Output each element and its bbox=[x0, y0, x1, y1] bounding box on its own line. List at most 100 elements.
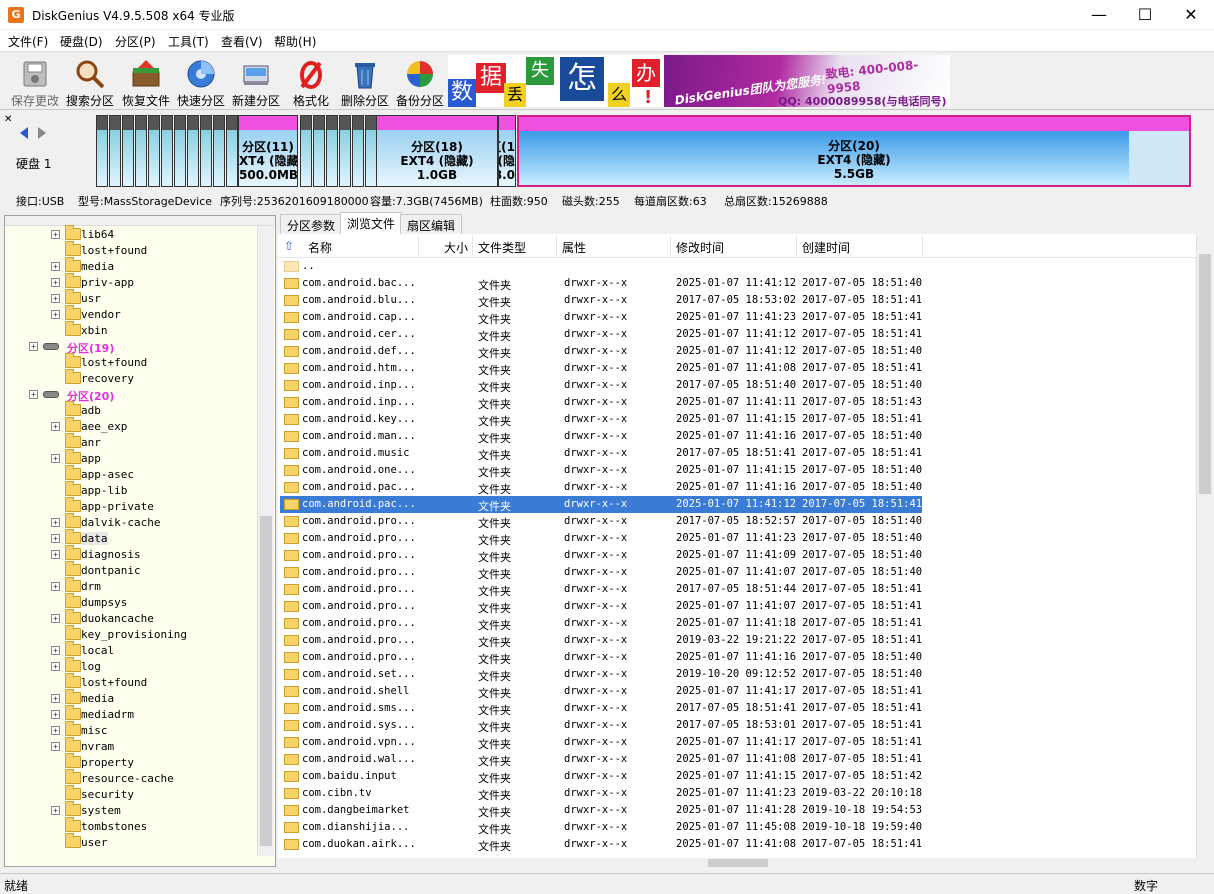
tab-browse-files[interactable]: 浏览文件 bbox=[340, 212, 403, 234]
tree-top-scroll[interactable] bbox=[5, 216, 275, 226]
small-partition-block[interactable] bbox=[339, 115, 351, 187]
expand-icon[interactable]: + bbox=[51, 742, 60, 751]
tab-partition-params[interactable]: 分区参数 bbox=[280, 214, 343, 234]
tree-item[interactable]: + system bbox=[5, 801, 257, 818]
tree-item[interactable]: + nvram bbox=[5, 737, 257, 754]
parent-dir-row[interactable]: .. bbox=[280, 258, 922, 275]
expand-icon[interactable]: + bbox=[51, 534, 60, 543]
column-size[interactable]: 大小 bbox=[444, 239, 468, 256]
tree-item[interactable]: dumpsys bbox=[5, 593, 257, 610]
small-partition-block[interactable] bbox=[352, 115, 364, 187]
small-partition-block[interactable] bbox=[122, 115, 134, 187]
menu-file[interactable]: 文件(F) bbox=[8, 33, 48, 50]
tree-scroll-thumb[interactable] bbox=[260, 516, 272, 846]
tree-item[interactable]: + app bbox=[5, 449, 257, 466]
save-changes-button[interactable]: 保存更改 bbox=[6, 55, 64, 109]
tree-item[interactable]: adb bbox=[5, 401, 257, 418]
expand-icon[interactable]: + bbox=[51, 310, 60, 319]
file-row[interactable]: com.android.pro... 文件夹 drwxr-x--x 2017-07-0… bbox=[280, 513, 922, 530]
menu-view[interactable]: 查看(V) bbox=[221, 33, 263, 50]
close-button[interactable]: ✕ bbox=[1168, 0, 1214, 30]
small-partition-block[interactable] bbox=[148, 115, 160, 187]
tree-item[interactable]: resource-cache bbox=[5, 769, 257, 786]
tree-item[interactable]: lost+found bbox=[5, 241, 257, 258]
file-row[interactable]: com.android.one... 文件夹 drwxr-x--x 2025-01-0… bbox=[280, 462, 922, 479]
expand-icon[interactable]: + bbox=[51, 278, 60, 287]
tree-item[interactable]: + vendor bbox=[5, 305, 257, 322]
tree-item[interactable]: + log bbox=[5, 657, 257, 674]
small-partition-block[interactable] bbox=[174, 115, 186, 187]
tree-item[interactable]: security bbox=[5, 785, 257, 802]
expand-icon[interactable]: + bbox=[51, 662, 60, 671]
expand-icon[interactable]: + bbox=[29, 342, 38, 351]
menu-partition[interactable]: 分区(P) bbox=[115, 33, 156, 50]
file-row[interactable]: com.android.blu... 文件夹 drwxr-x--x 2017-07-0… bbox=[280, 292, 922, 309]
minimize-button[interactable]: — bbox=[1076, 0, 1122, 30]
expand-icon[interactable]: + bbox=[51, 550, 60, 559]
expand-icon[interactable]: + bbox=[51, 422, 60, 431]
expand-icon[interactable]: + bbox=[51, 454, 60, 463]
menu-tools[interactable]: 工具(T) bbox=[168, 33, 209, 50]
parent-folder-icon[interactable]: ⇧ bbox=[284, 239, 294, 253]
file-row[interactable]: com.baidu.input 文件夹 drwxr-x--x 2025-01-07 1… bbox=[280, 768, 922, 785]
expand-icon[interactable]: + bbox=[51, 694, 60, 703]
file-row[interactable]: com.android.shell 文件夹 drwxr-x--x 2025-01-07… bbox=[280, 683, 922, 700]
expand-icon[interactable]: + bbox=[51, 582, 60, 591]
small-partition-block[interactable] bbox=[300, 115, 312, 187]
delete-partition-button[interactable]: 删除分区 bbox=[336, 55, 394, 109]
quick-partition-button[interactable]: 快速分区 bbox=[172, 55, 230, 109]
file-row[interactable]: com.android.music 文件夹 drwxr-x--x 2017-07-05… bbox=[280, 445, 922, 462]
small-partition-block[interactable] bbox=[213, 115, 225, 187]
file-row[interactable]: com.android.pro... 文件夹 drwxr-x--x 2025-01-0… bbox=[280, 615, 922, 632]
partition-block-selected[interactable]: 分区(20) EXT4 (隐藏) 5.5GB bbox=[517, 115, 1191, 187]
small-partition-block[interactable] bbox=[109, 115, 121, 187]
next-disk-icon[interactable] bbox=[38, 127, 46, 139]
tree-item[interactable]: lost+found bbox=[5, 353, 257, 370]
expand-icon[interactable]: + bbox=[51, 710, 60, 719]
tree-item[interactable]: xbin bbox=[5, 321, 257, 338]
tree-item[interactable]: + drm bbox=[5, 577, 257, 594]
partition-block[interactable]: 分区(11) XT4 (隐藏 500.0MB bbox=[238, 115, 298, 187]
new-partition-button[interactable]: 新建分区 bbox=[227, 55, 285, 109]
tree-item[interactable]: tombstones bbox=[5, 817, 257, 834]
file-row[interactable]: com.android.cap... 文件夹 drwxr-x--x 2025-01-0… bbox=[280, 309, 922, 326]
file-row[interactable]: com.dangbeimarket 文件夹 drwxr-x--x 2025-01-07… bbox=[280, 802, 922, 819]
tree-item[interactable]: + mediadrm bbox=[5, 705, 257, 722]
file-row[interactable]: com.dianshijia... 文件夹 drwxr-x--x 2025-01-07… bbox=[280, 819, 922, 836]
tree-item[interactable]: dontpanic bbox=[5, 561, 257, 578]
expand-icon[interactable]: + bbox=[51, 262, 60, 271]
small-partition-block[interactable] bbox=[187, 115, 199, 187]
tree-item[interactable]: property bbox=[5, 753, 257, 770]
advertisement-banner[interactable]: 数 据 丢 失 怎 么 办 ! DiskGenius团队为您服务! 致电: 40… bbox=[448, 55, 950, 107]
file-list-vertical-scrollbar[interactable] bbox=[1196, 234, 1213, 860]
file-row[interactable]: com.android.pro... 文件夹 drwxr-x--x 2025-01-0… bbox=[280, 598, 922, 615]
small-partition-block[interactable] bbox=[200, 115, 212, 187]
file-row[interactable]: com.android.man... 文件夹 drwxr-x--x 2025-01-0… bbox=[280, 428, 922, 445]
tree-item[interactable]: anr bbox=[5, 433, 257, 450]
file-row[interactable]: com.android.inp... 文件夹 drwxr-x--x 2017-07-0… bbox=[280, 377, 922, 394]
file-row[interactable]: com.android.pac... 文件夹 drwxr-x--x 2025-01-0… bbox=[280, 479, 922, 496]
expand-icon[interactable]: + bbox=[51, 230, 60, 239]
expand-icon[interactable]: + bbox=[51, 614, 60, 623]
tree-item[interactable]: + local bbox=[5, 641, 257, 658]
file-row[interactable]: com.android.def... 文件夹 drwxr-x--x 2025-01-0… bbox=[280, 343, 922, 360]
small-partition-block[interactable] bbox=[326, 115, 338, 187]
expand-icon[interactable]: + bbox=[51, 806, 60, 815]
tree-item[interactable]: + media bbox=[5, 689, 257, 706]
file-row[interactable]: com.android.sys... 文件夹 drwxr-x--x 2017-07-0… bbox=[280, 717, 922, 734]
expand-icon[interactable]: + bbox=[29, 390, 38, 399]
tree-item[interactable]: + lib64 bbox=[5, 225, 257, 242]
file-row[interactable]: com.android.pro... 文件夹 drwxr-x--x 2019-03-2… bbox=[280, 632, 922, 649]
tree-item[interactable]: app-private bbox=[5, 497, 257, 514]
tree-item[interactable]: + diagnosis bbox=[5, 545, 257, 562]
small-partition-block[interactable] bbox=[96, 115, 108, 187]
tree-item[interactable]: + duokancache bbox=[5, 609, 257, 626]
close-panel-icon[interactable]: ✕ bbox=[4, 114, 12, 125]
prev-disk-icon[interactable] bbox=[20, 127, 28, 139]
file-row-selected[interactable]: com.android.pac... 文件夹 drwxr-x--x 2025-01-0… bbox=[280, 496, 922, 513]
format-button[interactable]: 格式化 bbox=[282, 55, 340, 109]
tree-item[interactable]: + usr bbox=[5, 289, 257, 306]
tree-item[interactable]: + misc bbox=[5, 721, 257, 738]
backup-partition-button[interactable]: 备份分区 bbox=[391, 55, 449, 109]
file-list-scroll-thumb[interactable] bbox=[1199, 254, 1211, 494]
